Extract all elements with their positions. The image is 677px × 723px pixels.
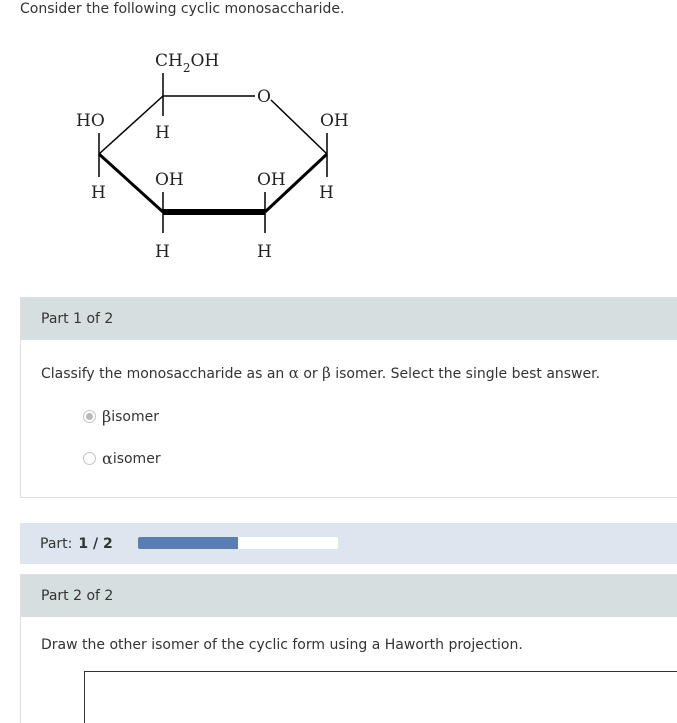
bond-c4-c3 — [97, 152, 165, 214]
progress-count: 1 / 2 — [78, 535, 113, 552]
c6-label: CH2OH — [155, 51, 219, 75]
bond-c5-c4 — [98, 95, 164, 155]
part-progress: Part: 1 / 2 — [20, 523, 677, 564]
progress-label: Part: — [40, 535, 73, 552]
c3-h-label: H — [155, 242, 170, 262]
c1-oh-label: OH — [320, 111, 349, 131]
part-2-header: Part 2 of 2 — [21, 575, 677, 617]
page: Consider the following cyclic monosaccha… — [0, 0, 677, 723]
radio-alpha[interactable] — [83, 452, 96, 465]
c2-oh-label: OH — [257, 170, 286, 190]
radio-beta[interactable] — [83, 410, 96, 423]
option-beta-isomer[interactable]: β isomer — [83, 407, 657, 426]
intro-text: Consider the following cyclic monosaccha… — [20, 1, 345, 17]
c4-h-label: H — [91, 183, 106, 203]
c2-h-label: H — [257, 242, 272, 262]
c1-h-label: H — [319, 183, 334, 203]
bond-o-c1 — [270, 99, 328, 155]
option-alpha-isomer[interactable]: α isomer — [83, 449, 657, 468]
c4-ho-label: HO — [76, 111, 105, 131]
haworth-structure: CH2OH O H HO H OH H OH H OH H — [60, 40, 380, 270]
part-1-question: Classify the monosaccharide as an α or β… — [41, 364, 601, 382]
part-2-panel: Part 2 of 2 Draw the other isomer of the… — [20, 574, 677, 723]
drawing-canvas[interactable] — [84, 671, 677, 723]
ring-oxygen-label: O — [257, 87, 271, 107]
part-1-header: Part 1 of 2 — [21, 298, 677, 340]
c5-h-label: H — [155, 123, 170, 143]
part-2-question: Draw the other isomer of the cyclic form… — [41, 637, 523, 653]
progress-fill — [138, 537, 238, 549]
c3-oh-label: OH — [155, 170, 184, 190]
part-1-panel: Part 1 of 2 Classify the monosaccharide … — [20, 297, 677, 498]
progress-track — [138, 537, 338, 549]
